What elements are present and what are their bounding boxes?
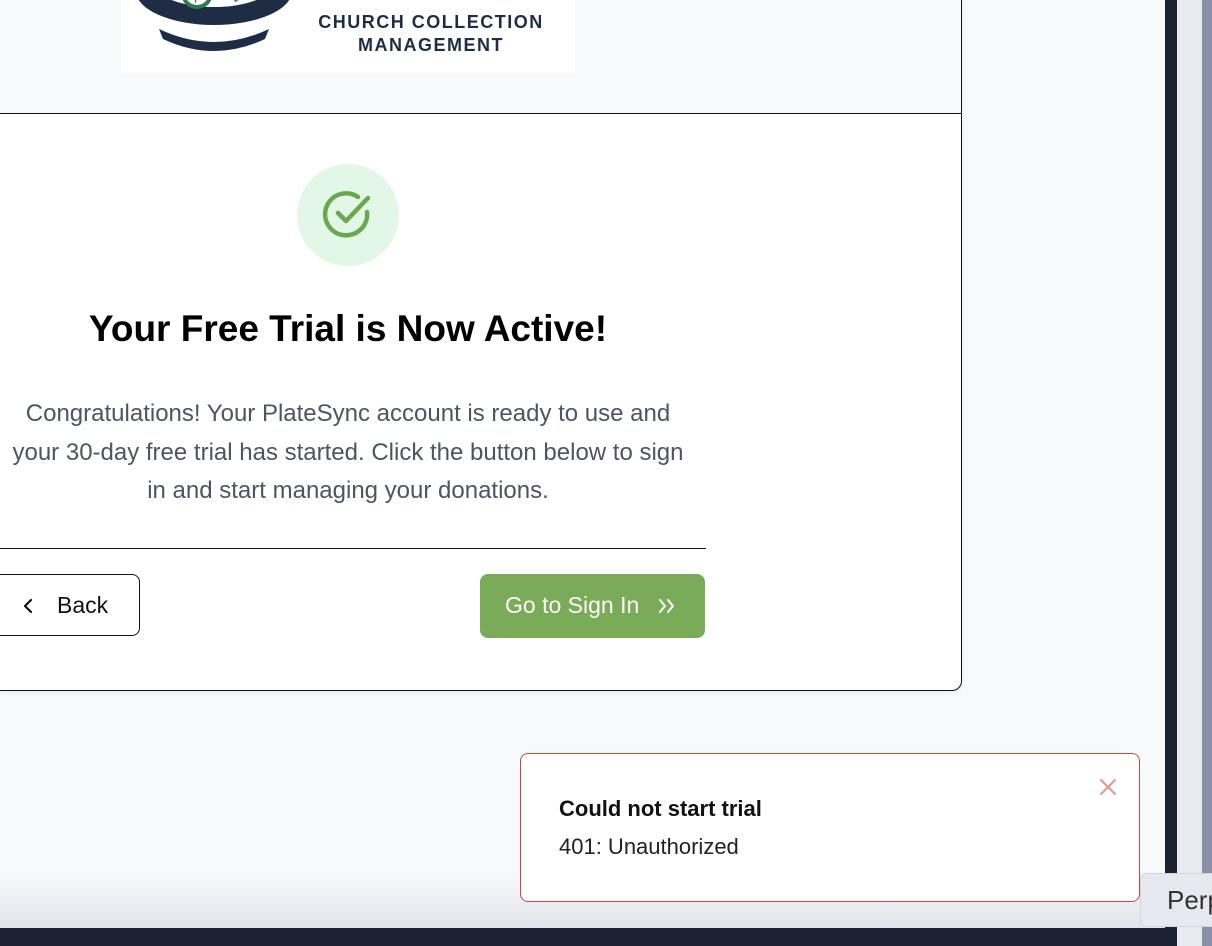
- toast-title: Could not start trial: [559, 796, 762, 821]
- adjacent-window-edge: [1202, 0, 1212, 946]
- back-button[interactable]: Back: [0, 574, 140, 636]
- logo-line-2: MANAGEMENT: [358, 35, 504, 55]
- onboarding-card: $ CHURCH COLLECTION MANAGEMENT Your Free…: [0, 0, 962, 691]
- side-pill-label: Perp: [1167, 885, 1212, 915]
- back-button-label: Back: [57, 592, 109, 618]
- description-line-3: in and start managing your donations.: [147, 477, 549, 504]
- window-frame-bottom: [0, 928, 1177, 946]
- page-title: Your Free Trial is Now Active!: [88, 308, 608, 349]
- error-toast: Could not start trial 401: Unauthorized: [520, 753, 1140, 902]
- card-header: $ CHURCH COLLECTION MANAGEMENT: [0, 0, 961, 114]
- logo-line-1: CHURCH COLLECTION: [318, 12, 544, 32]
- success-badge: [297, 164, 399, 266]
- description-line-2: your 30-day free trial has started. Clic…: [12, 438, 684, 466]
- description-line-1: Congratulations! Your PlateSync account …: [25, 400, 671, 427]
- window-frame-edge: [1165, 0, 1177, 946]
- svg-text:$: $: [190, 0, 201, 4]
- sign-in-button-label: Go to Sign In: [505, 592, 640, 618]
- chevron-left-icon: [23, 598, 33, 614]
- success-description: Congratulations! Your PlateSync account …: [0, 395, 717, 511]
- side-pill-button[interactable]: Perp: [1140, 873, 1212, 927]
- adjacent-window-strip: [1177, 0, 1202, 946]
- money-bowl-logo-icon: $: [138, 0, 290, 51]
- divider: [0, 548, 706, 549]
- brand-logo: $ CHURCH COLLECTION MANAGEMENT: [121, 0, 575, 73]
- close-icon[interactable]: [1099, 778, 1117, 796]
- check-circle-icon: [322, 191, 371, 238]
- double-chevron-right-icon: [659, 599, 674, 613]
- logo-wordmark: CHURCH COLLECTION MANAGEMENT: [311, 11, 551, 57]
- toast-message: 401: Unauthorized: [559, 834, 739, 859]
- go-to-sign-in-button[interactable]: Go to Sign In: [480, 574, 705, 638]
